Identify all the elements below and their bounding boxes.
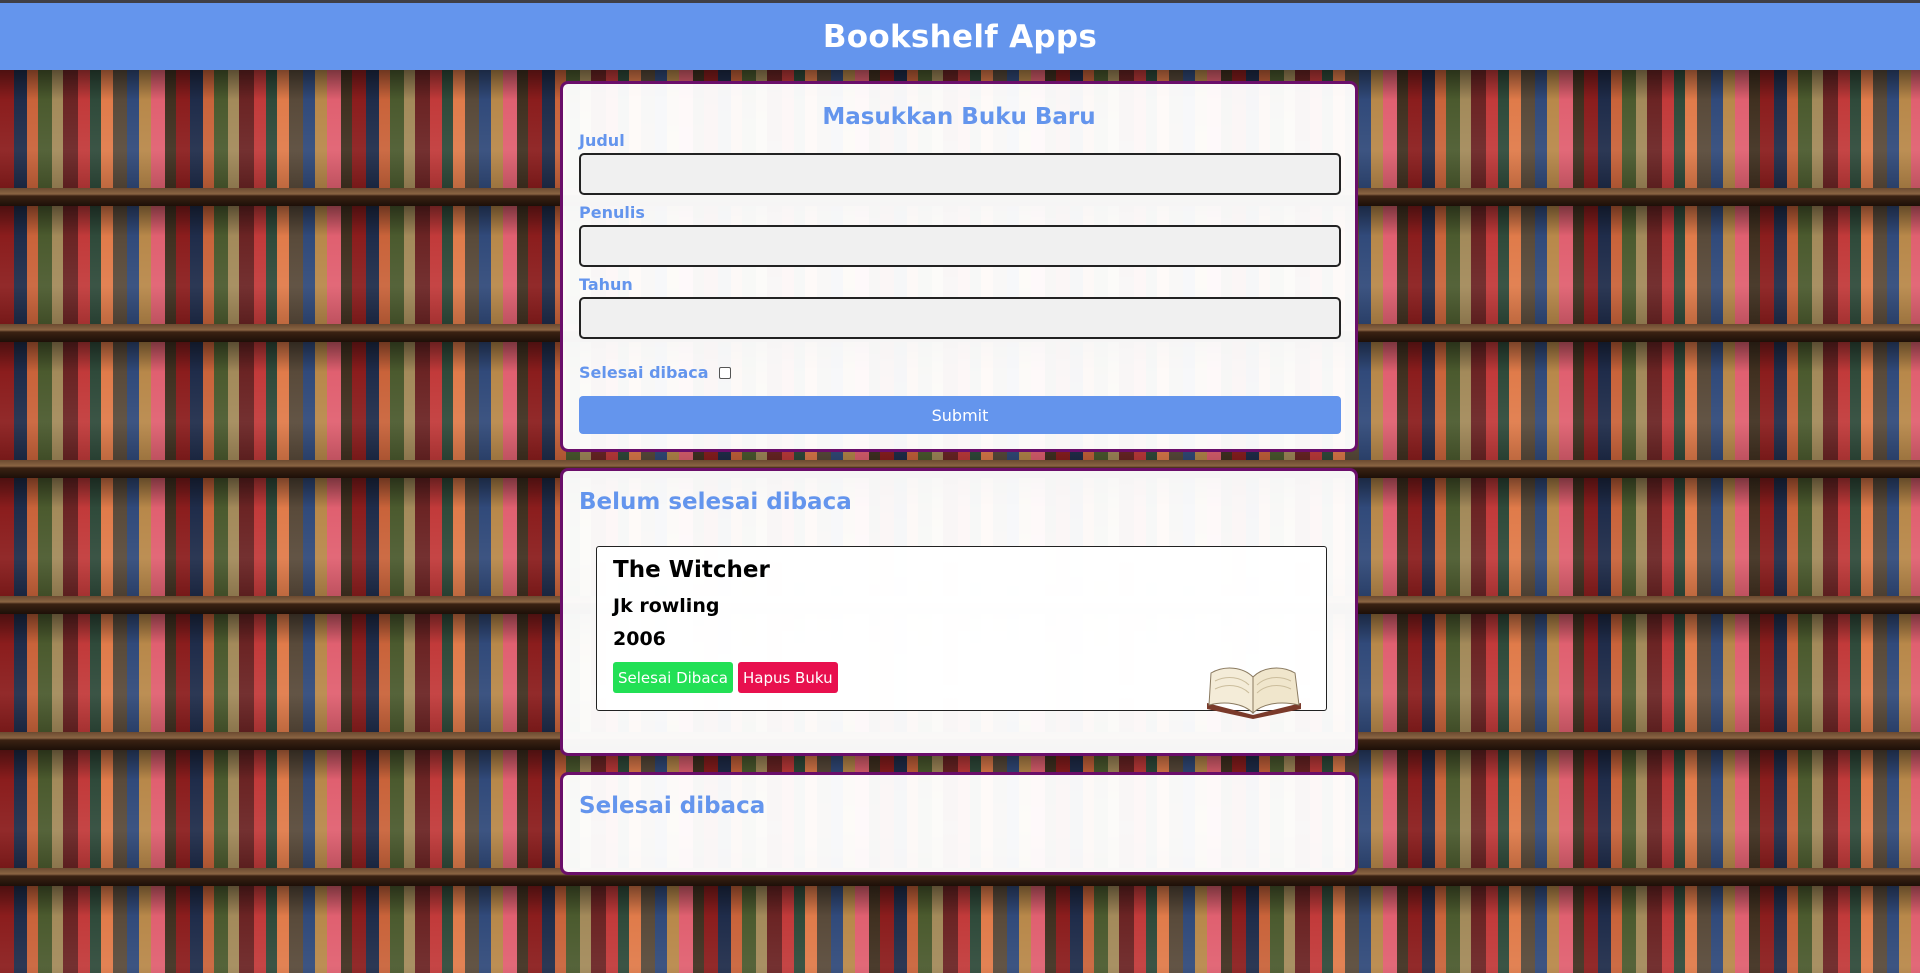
- book-author: Jk rowling: [613, 595, 720, 617]
- submit-button[interactable]: Submit: [579, 396, 1341, 434]
- app-title: Bookshelf Apps: [822, 18, 1098, 55]
- incomplete-section-title: Belum selesai dibaca: [579, 489, 852, 515]
- title-field-label: Judul: [579, 131, 625, 150]
- title-input[interactable]: [579, 153, 1341, 195]
- delete-book-button[interactable]: Hapus Buku: [737, 662, 838, 693]
- author-input[interactable]: [579, 225, 1341, 267]
- complete-checkbox-row: Selesai dibaca: [579, 363, 731, 382]
- year-input[interactable]: [579, 297, 1341, 339]
- mark-done-button[interactable]: Selesai Dibaca: [613, 662, 733, 693]
- new-book-form: Masukkan Buku Baru Judul Penulis Tahun S…: [560, 81, 1358, 452]
- incomplete-bookshelf: Belum selesai dibaca The Witcher Jk rowl…: [560, 468, 1358, 756]
- book-year: 2006: [613, 628, 666, 650]
- complete-bookshelf: Selesai dibaca: [560, 772, 1358, 875]
- book-title: The Witcher: [613, 557, 770, 583]
- year-field-label: Tahun: [579, 275, 633, 294]
- complete-checkbox[interactable]: [718, 366, 731, 379]
- open-book-icon: [1207, 667, 1301, 719]
- complete-section-title: Selesai dibaca: [579, 793, 766, 819]
- app-header: Bookshelf Apps: [0, 3, 1920, 70]
- author-field-label: Penulis: [579, 203, 645, 222]
- book-item: The Witcher Jk rowling 2006 Selesai Diba…: [596, 546, 1327, 719]
- book-actions: Selesai Dibaca Hapus Buku: [613, 662, 838, 693]
- form-title: Masukkan Buku Baru: [822, 104, 1096, 130]
- complete-checkbox-label: Selesai dibaca: [579, 363, 709, 382]
